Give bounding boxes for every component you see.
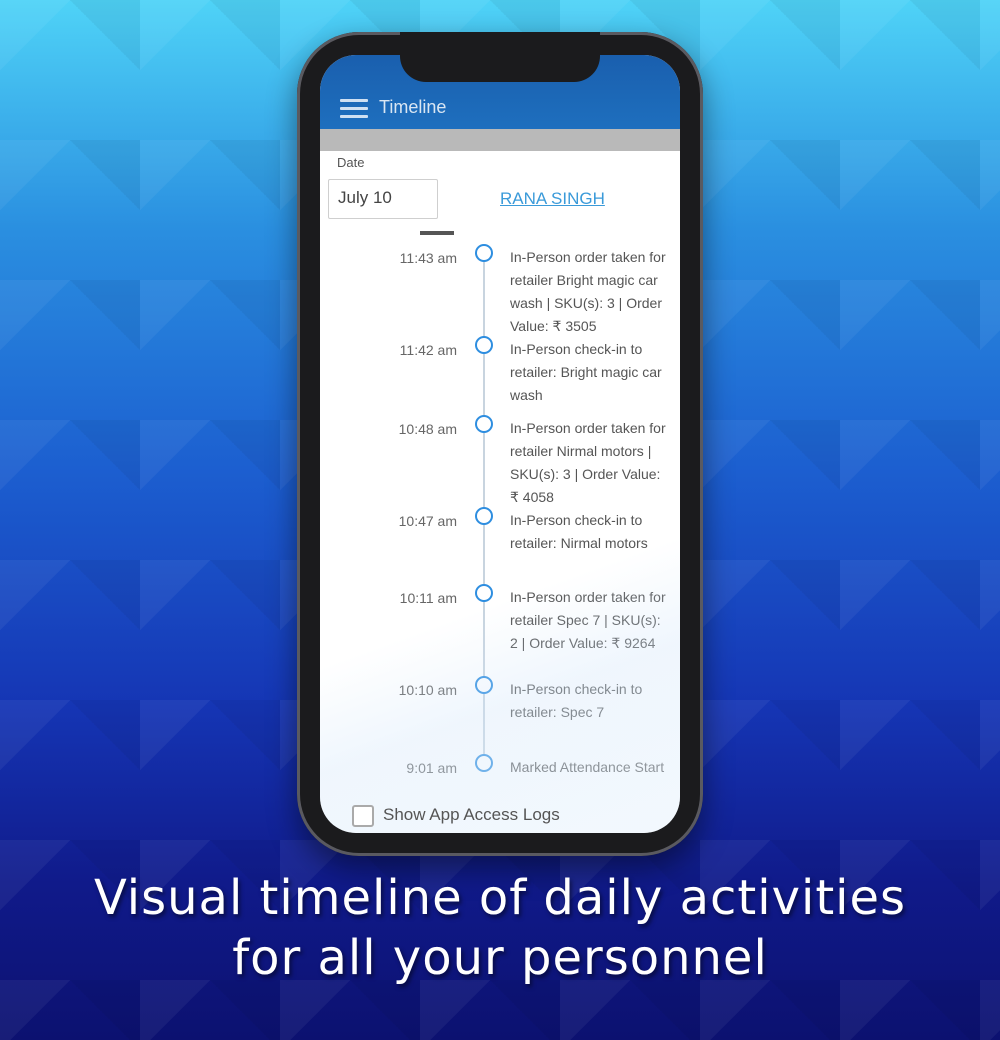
timeline-node-icon — [475, 676, 493, 694]
timeline-node-icon — [475, 415, 493, 433]
timeline-time: 10:11 am — [399, 590, 457, 606]
timeline-node-icon — [475, 244, 493, 262]
timeline-time: 9:01 am — [406, 760, 457, 776]
date-label: Date — [337, 155, 365, 170]
timeline-description: In-Person order taken for retailer Spec … — [510, 589, 666, 651]
timeline-time: 11:42 am — [399, 342, 457, 358]
timeline-time: 10:48 am — [398, 421, 457, 437]
timeline-node-icon — [475, 754, 493, 772]
timeline-description: In-Person check-in to retailer: Nirmal m… — [510, 512, 648, 551]
timeline-node-icon — [475, 584, 493, 602]
date-input[interactable]: July 10 — [328, 179, 438, 219]
timeline-description: In-Person order taken for retailer Brigh… — [510, 249, 666, 334]
hamburger-menu-icon[interactable] — [340, 99, 368, 119]
tab-strip — [320, 129, 680, 151]
show-logs-checkbox[interactable] — [352, 805, 374, 827]
app-title: Timeline — [379, 97, 447, 117]
scroll-indicator — [420, 231, 454, 235]
phone-notch — [400, 32, 600, 82]
timeline-node-icon — [475, 336, 493, 354]
user-name-link[interactable]: RANA SINGH — [500, 189, 605, 209]
promo-line-2: for all your personnel — [232, 930, 768, 986]
timeline-description: Marked Attendance Start — [510, 759, 665, 775]
timeline-node-icon — [475, 507, 493, 525]
timeline-time: 10:47 am — [398, 513, 457, 529]
timeline-description: In-Person check-in to retailer: Bright m… — [510, 341, 662, 403]
timeline-description: In-Person order taken for retailer Nirma… — [510, 420, 666, 505]
timeline-description: In-Person check-in to retailer: Spec 7 — [510, 681, 643, 720]
promo-line-1: Visual timeline of daily activities — [93, 870, 907, 926]
timeline-time: 11:43 am — [399, 250, 457, 266]
app-screen: Timeline Date July 10 RANA SINGH 11:43 a… — [320, 55, 680, 833]
timeline-time: 10:10 am — [398, 682, 457, 698]
show-logs-label: Show App Access Logs — [383, 805, 560, 824]
